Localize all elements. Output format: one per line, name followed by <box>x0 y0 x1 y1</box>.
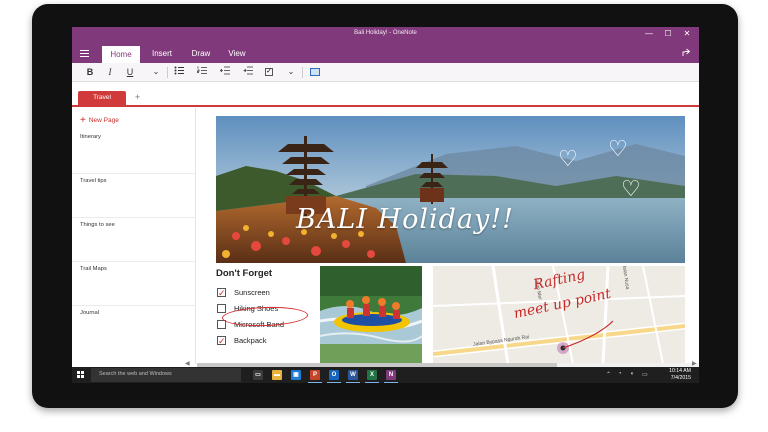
ribbon-tab-bar: Home Insert Draw View <box>72 44 699 63</box>
notifications-chevron-icon[interactable]: ⌃ <box>606 371 611 378</box>
page-item-things-to-see[interactable]: Things to see <box>72 218 195 262</box>
maximize-button[interactable]: ☐ <box>661 29 675 38</box>
new-page-label: New Page <box>88 117 119 124</box>
search-placeholder: Search the web and Windows <box>99 371 172 377</box>
todo-title: Don't Forget <box>216 268 273 279</box>
scroll-left-arrow-icon[interactable]: ◀ <box>185 360 190 367</box>
rafting-photo[interactable] <box>320 266 422 364</box>
page-item-label: Trail Maps <box>80 266 107 272</box>
tab-view[interactable]: View <box>220 44 254 63</box>
page-item-travel-tips[interactable]: Travel tips <box>72 174 195 218</box>
store-icon[interactable]: ▣ <box>291 370 301 380</box>
window-title: Bali Holiday! - OneNote <box>354 30 417 36</box>
onenote-screen: Bali Holiday! - OneNote — ☐ ✕ Home Inser… <box>72 27 699 383</box>
title-bar: Bali Holiday! - OneNote — ☐ ✕ <box>72 27 699 44</box>
bullet-list-icon[interactable] <box>173 66 185 78</box>
clock-time: 10:14 AM <box>669 368 691 374</box>
file-explorer-icon[interactable]: ▬ <box>272 370 282 380</box>
add-section-button[interactable]: + <box>135 92 140 102</box>
section-tab-travel[interactable]: Travel <box>78 91 126 105</box>
page-item-label: Itinerary <box>80 134 101 140</box>
bali-temple-photo[interactable]: BALI Holiday!! ♡ ♡ ♡ <box>216 116 685 263</box>
excel-icon[interactable]: X <box>365 370 379 383</box>
trail-map[interactable]: Jalan Bypass Ngurah Rai Jalan Nusa Jalan… <box>433 266 685 364</box>
insert-picture-icon[interactable] <box>310 68 320 76</box>
word-icon[interactable]: W <box>346 370 360 383</box>
windows-taskbar: Search the web and Windows ▭ ▬ ▣ P O W X… <box>72 367 699 383</box>
formatting-toolbar: B I U ⌄ ✓ ⌄ <box>72 63 699 82</box>
clock-date: 7/4/2015 <box>670 375 691 381</box>
todo-item-label: Sunscreen <box>234 288 270 297</box>
heart-icon: ♡ <box>558 146 578 171</box>
taskbar-search-box[interactable]: Search the web and Windows <box>91 368 241 382</box>
close-button[interactable]: ✕ <box>680 29 694 38</box>
powerpoint-icon[interactable]: P <box>308 370 322 383</box>
page-item-journal[interactable]: Journal <box>72 306 195 350</box>
page-item-label: Travel tips <box>80 178 107 184</box>
text-format-more-button[interactable]: ⌄ <box>150 66 162 78</box>
scroll-right-arrow-icon[interactable]: ▶ <box>692 360 697 367</box>
share-icon[interactable] <box>682 48 691 59</box>
toolbar-divider <box>302 67 303 78</box>
outlook-icon[interactable]: O <box>327 370 341 383</box>
bold-button[interactable]: B <box>84 66 96 78</box>
new-page-button[interactable]: + New Page <box>80 115 119 126</box>
numbered-list-icon[interactable] <box>196 66 208 78</box>
network-icon[interactable]: ◔ <box>618 371 622 377</box>
page-item-trail-maps[interactable]: Trail Maps <box>72 262 195 306</box>
page-list: + New Page Itinerary Travel tips Things t… <box>72 108 196 364</box>
todo-list: Don't Forget ✓ Sunscreen Hiking Shoes Mi… <box>216 268 316 351</box>
page-item-itinerary[interactable]: Itinerary <box>72 130 195 174</box>
tab-draw[interactable]: Draw <box>183 44 219 63</box>
note-canvas[interactable]: BALI Holiday!! ♡ ♡ ♡ Don't Forget ✓ Suns… <box>197 108 699 364</box>
italic-button[interactable]: I <box>104 66 116 78</box>
action-center-icon[interactable]: ▭ <box>642 371 648 378</box>
minimize-button[interactable]: — <box>642 29 656 38</box>
checkbox-empty-icon[interactable] <box>217 304 226 313</box>
checkbox-checked-icon[interactable]: ✓ <box>217 288 226 298</box>
todo-item-label: Backpack <box>234 336 267 345</box>
underline-button[interactable]: U <box>124 66 136 78</box>
list-format-more-button[interactable]: ⌄ <box>285 66 297 78</box>
decrease-indent-icon[interactable] <box>219 66 231 78</box>
todo-item-sunscreen[interactable]: ✓ Sunscreen <box>216 287 316 303</box>
heart-icon: ♡ <box>608 136 628 161</box>
page-item-label: Journal <box>80 310 100 316</box>
tab-insert[interactable]: Insert <box>142 44 182 63</box>
heart-icon: ♡ <box>621 176 641 201</box>
increase-indent-icon[interactable] <box>242 66 254 78</box>
checkbox-checked-icon[interactable]: ✓ <box>217 336 226 346</box>
volume-icon[interactable]: ◖ <box>630 371 634 377</box>
todo-item-backpack[interactable]: ✓ Backpack <box>216 335 316 351</box>
todo-tag-icon[interactable]: ✓ <box>265 68 273 76</box>
taskbar-clock[interactable]: 10:14 AM 7/4/2015 <box>669 368 691 382</box>
handwritten-title[interactable]: BALI Holiday!! <box>296 204 514 235</box>
onenote-icon[interactable]: N <box>384 370 398 383</box>
hamburger-menu-icon[interactable] <box>80 50 89 59</box>
toolbar-divider <box>167 67 168 78</box>
windows-start-icon[interactable] <box>77 371 85 379</box>
page-item-label: Things to see <box>80 222 115 228</box>
task-view-icon[interactable]: ▭ <box>253 370 263 380</box>
tab-home[interactable]: Home <box>102 46 140 63</box>
section-tab-bar: Travel + <box>72 82 699 107</box>
plus-icon: + <box>80 115 86 126</box>
